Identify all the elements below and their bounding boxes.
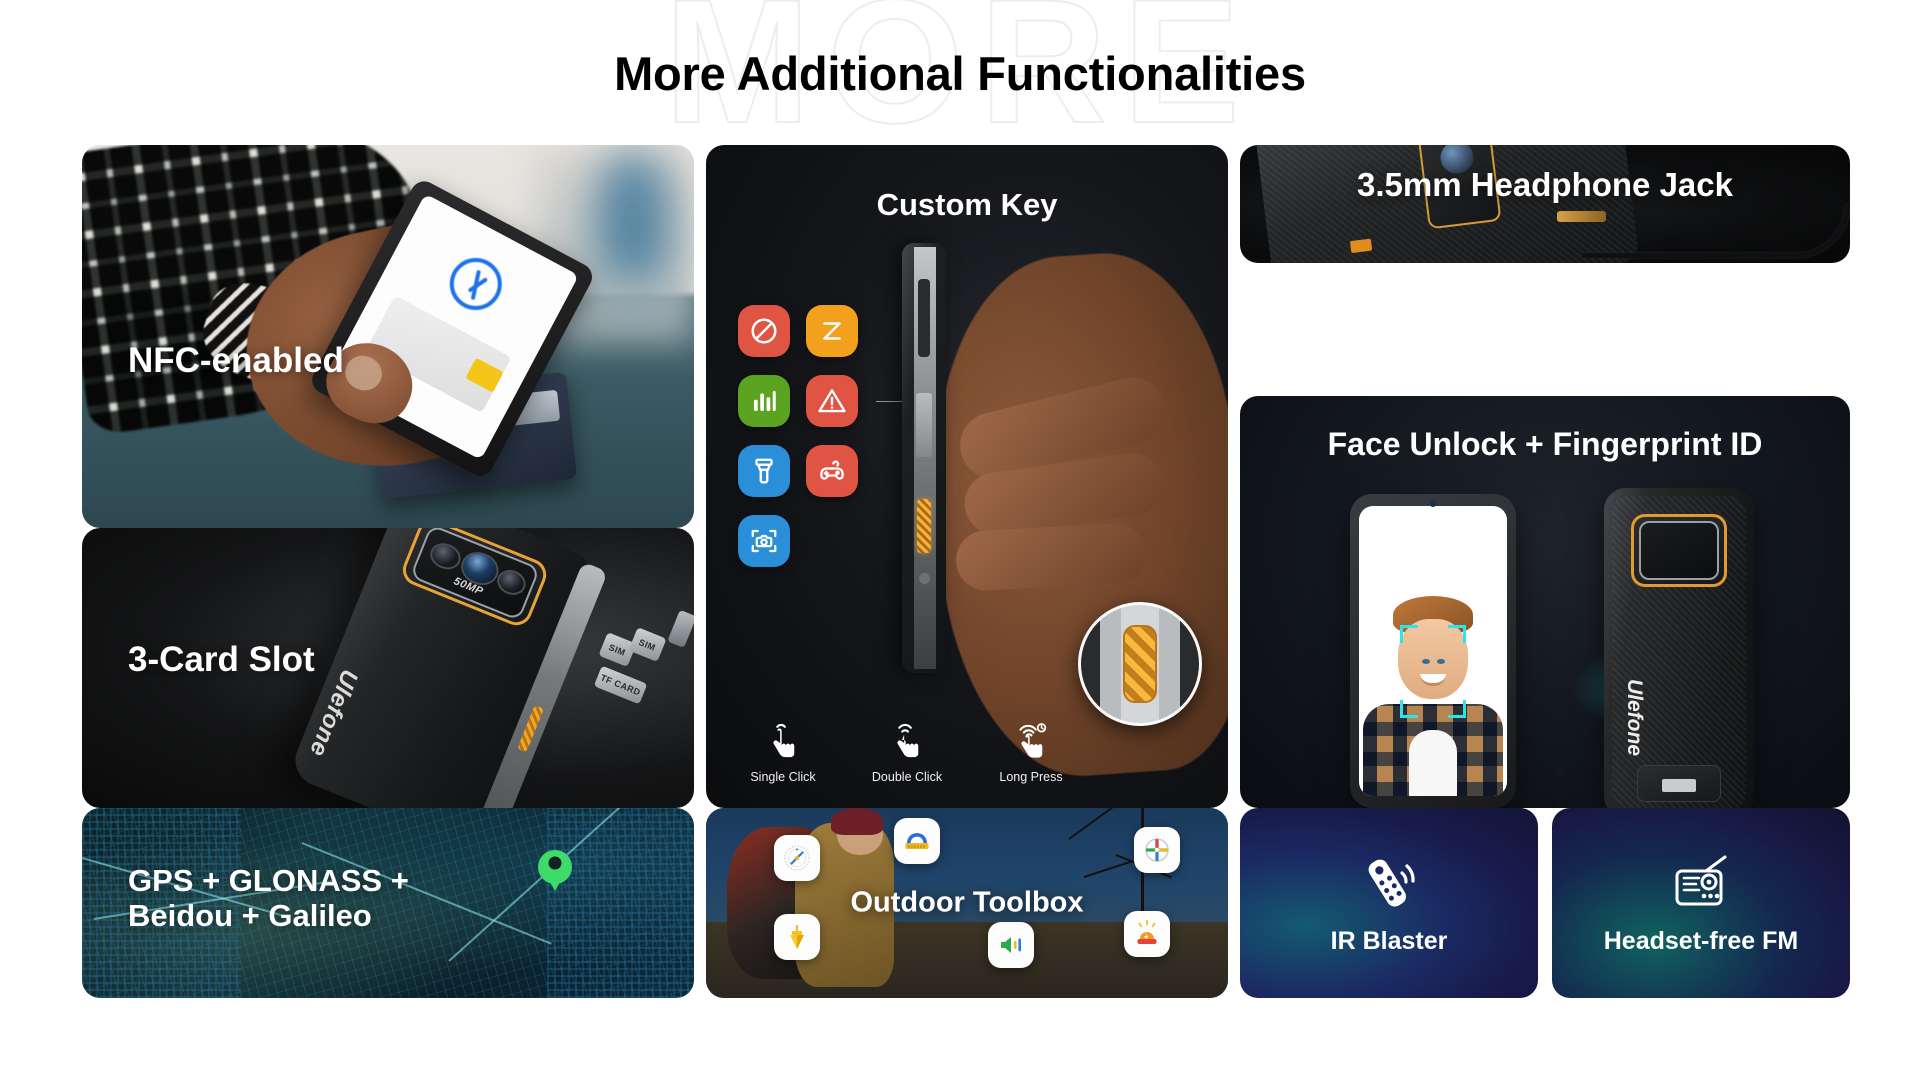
face-bracket-icon (1447, 700, 1466, 719)
sound-meter-icon[interactable] (738, 375, 790, 427)
feature-card-group-ir-fm: IR Blaster Headset-free FM (1240, 808, 1850, 998)
gesture-legend: Single Click Double Click Long Press (740, 723, 1074, 784)
feature-card-outdoor-toolbox[interactable]: Outdoor Toolbox (706, 808, 1228, 998)
brand-logo: Ulefone (1623, 679, 1646, 757)
camera-module (1631, 514, 1727, 587)
finger (954, 522, 1148, 592)
tray-holder (666, 609, 694, 648)
flashlight-icon[interactable] (738, 445, 790, 497)
nfc-icon (449, 258, 502, 311)
phone-screen (1359, 506, 1507, 796)
sos-alert-icon[interactable] (806, 375, 858, 427)
speaker-slot (918, 279, 930, 357)
certification-marks (1662, 778, 1696, 792)
plumb-bob-icon[interactable] (773, 914, 820, 961)
camera-lens (429, 541, 463, 572)
face-bracket-icon (1400, 700, 1419, 719)
gesture-label: Double Click (871, 770, 943, 784)
feature-card-custom-key[interactable]: Custom Key Single Click Double Click Lon… (706, 145, 1228, 808)
sim-tray-slot (916, 393, 932, 457)
screenshot-camera-icon[interactable] (738, 515, 790, 567)
feature-card-fm-radio[interactable]: Headset-free FM (1552, 808, 1850, 998)
page-title: More Additional Functionalities (614, 47, 1306, 100)
gps-label: GPS + GLONASS + Beidou + Galileo (128, 863, 409, 933)
power-button (919, 573, 930, 584)
camera-module-inner (1639, 521, 1719, 580)
front-camera (1429, 500, 1437, 507)
phone-device-front (1350, 494, 1516, 808)
gesture-long-press: Long Press (988, 723, 1074, 784)
remote-control-icon (1368, 859, 1415, 907)
page-header: MORE More Additional Functionalities (0, 0, 1920, 151)
ir-blaster-label: IR Blaster (1330, 926, 1448, 955)
map-pin-body (537, 849, 572, 884)
custom-key-magnifier (1078, 602, 1202, 726)
face-bracket-icon (1447, 624, 1466, 643)
custom-key-app-grid (738, 305, 858, 567)
camera-lens (496, 568, 527, 597)
face-unlock-label: Face Unlock + Fingerprint ID (1327, 426, 1763, 462)
sim-tray: SIM (627, 626, 666, 662)
gesture-double-click: Double Click (864, 723, 950, 784)
nfc-label: NFC-enabled (128, 341, 344, 380)
city-blocks (547, 808, 694, 998)
phone-device-back: Ulefone (1604, 488, 1754, 808)
sound-level-icon[interactable] (987, 922, 1034, 968)
nfc-background-accent (596, 152, 670, 283)
gesture-label: Long Press (999, 770, 1063, 784)
feature-card-ir-blaster[interactable]: IR Blaster (1240, 808, 1538, 998)
tf-card-tray: TF CARD (593, 665, 648, 705)
card-slot-label: 3-Card Slot (128, 640, 315, 679)
zello-walkie-talkie-icon[interactable] (806, 305, 858, 357)
custom-key-button[interactable] (917, 499, 931, 553)
eye (1437, 659, 1446, 665)
radio-icon (1675, 855, 1727, 905)
feature-card-face-unlock[interactable]: Face Unlock + Fingerprint ID Ulefone (1240, 396, 1850, 808)
feature-card-nfc[interactable]: NFC-enabled (82, 145, 694, 528)
custom-key-closeup (1123, 625, 1157, 703)
fm-radio-label: Headset-free FM (1603, 926, 1799, 955)
headphone-jack-label: 3.5mm Headphone Jack (1357, 166, 1733, 203)
game-controller-icon[interactable] (806, 445, 858, 497)
gesture-single-click: Single Click (740, 723, 826, 784)
feature-card-gps[interactable]: GPS + GLONASS + Beidou + Galileo (82, 808, 694, 998)
do-not-disturb-icon[interactable] (738, 305, 790, 357)
eye (1421, 659, 1430, 665)
outdoor-toolbox-label: Outdoor Toolbox (850, 886, 1084, 919)
protractor-ruler-icon[interactable] (893, 817, 940, 864)
face-bracket-icon (1400, 624, 1419, 643)
headphone-cord (1581, 204, 1850, 259)
phone-device-back: 50MP Ulefone (287, 528, 608, 808)
custom-key-title: Custom Key (876, 187, 1058, 222)
map-pin-hole (548, 856, 562, 870)
white-tshirt (1409, 730, 1457, 796)
brand-logo: Ulefone (304, 666, 364, 762)
phone-device-side (902, 243, 946, 673)
feature-card-headphone-jack[interactable]: ulefone 3.5mm Headphone Jack (1240, 145, 1850, 263)
crosshair-level-icon[interactable] (1134, 827, 1181, 873)
feature-card-card-slot[interactable]: 50MP Ulefone SIM SIM TF CARD 3-Card Slot (82, 528, 694, 808)
map-pin-icon (537, 849, 572, 896)
compass-icon[interactable] (773, 834, 820, 881)
camera-module-inner: 50MP (409, 528, 541, 622)
beanie-hat (831, 808, 884, 835)
camera-module: 50MP (398, 528, 552, 631)
feature-grid: NFC-enabled 50MP Ulefone SIM SIM TF CARD… (82, 145, 1850, 1020)
gesture-label: Single Click (750, 770, 816, 784)
